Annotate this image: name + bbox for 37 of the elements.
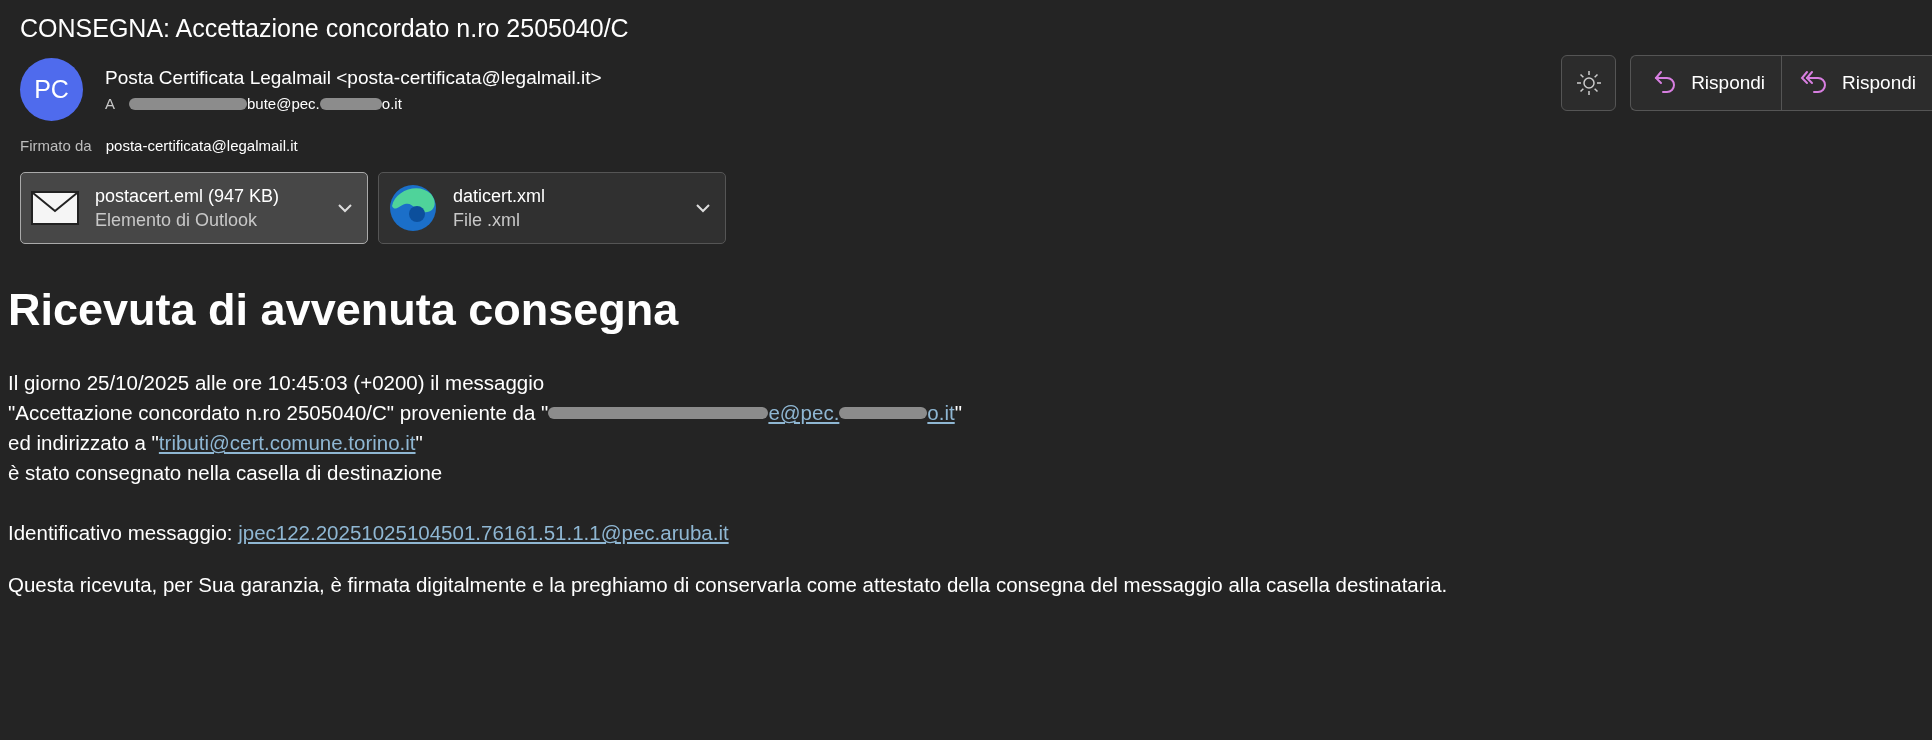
- signed-by-address: posta-certificata@legalmail.it: [105, 137, 298, 154]
- envelope-icon: [31, 191, 79, 225]
- attachment-card[interactable]: postacert.eml (947 KB) Elemento di Outlook: [20, 172, 368, 244]
- attachment-type: File .xml: [453, 209, 521, 231]
- message-id-link[interactable]: jpec122.20251025104501.76161.51.1.1@pec.aruba.it: [238, 518, 729, 548]
- attachment-card[interactable]: daticert.xml File .xml: [378, 172, 726, 244]
- sun-icon: [1575, 70, 1602, 96]
- recipient-link[interactable]: tributi@cert.comune.torino.it: [158, 428, 416, 458]
- signed-by-label: Firmato da: [20, 137, 92, 154]
- attachment-name: daticert.xml: [453, 185, 547, 207]
- reply-all-button[interactable]: Rispondi: [1781, 56, 1932, 110]
- body-text: ed indirizzato a ": [8, 430, 159, 456]
- closing-text: Questa ricevuta, per Sua garanzia, è firmata digitalmente e la preghiamo di conservarla come attestato della consegna del messaggio alla casella destinataria.: [8, 572, 1448, 598]
- body-text: è stato consegnato nella casella di destinazione: [8, 460, 443, 486]
- message-id-label: Identificativo messaggio:: [8, 520, 234, 546]
- receipt-heading: Ricevuta di avvenuta consegna: [8, 283, 680, 337]
- recipient-address: o.it: [381, 95, 402, 112]
- attachment-name: postacert.eml (947 KB): [95, 185, 281, 207]
- reply-button[interactable]: Rispondi: [1631, 56, 1782, 110]
- to-label: A: [105, 95, 115, 112]
- email-subject: CONSEGNA: Accettazione concordato n.ro 2505040/C: [20, 13, 629, 44]
- body-text: ": [415, 430, 423, 456]
- redaction-mark: [319, 97, 382, 110]
- browser-icon: [389, 184, 437, 232]
- reply-all-icon: [1800, 70, 1829, 96]
- body-text: ": [954, 400, 962, 426]
- chevron-down-icon[interactable]: [695, 203, 711, 213]
- sender-link[interactable]: o.it: [927, 398, 955, 428]
- recipient-address: bute@pec.: [247, 95, 320, 112]
- avatar: PC: [20, 58, 83, 121]
- attachment-type: Elemento di Outlook: [95, 209, 259, 231]
- body-text: Il giorno 25/10/2025 alle ore 10:45:03 (+0200) il messaggio: [8, 370, 545, 396]
- body-text: "Accettazione concordato n.ro 2505040/C" proveniente da ": [8, 400, 549, 426]
- theme-button[interactable]: [1561, 55, 1617, 111]
- chevron-down-icon[interactable]: [337, 203, 353, 213]
- sender-name: Posta Certificata Legalmail <posta-certificata@legalmail.it>: [105, 67, 602, 89]
- sender-link[interactable]: e@pec.: [768, 398, 840, 428]
